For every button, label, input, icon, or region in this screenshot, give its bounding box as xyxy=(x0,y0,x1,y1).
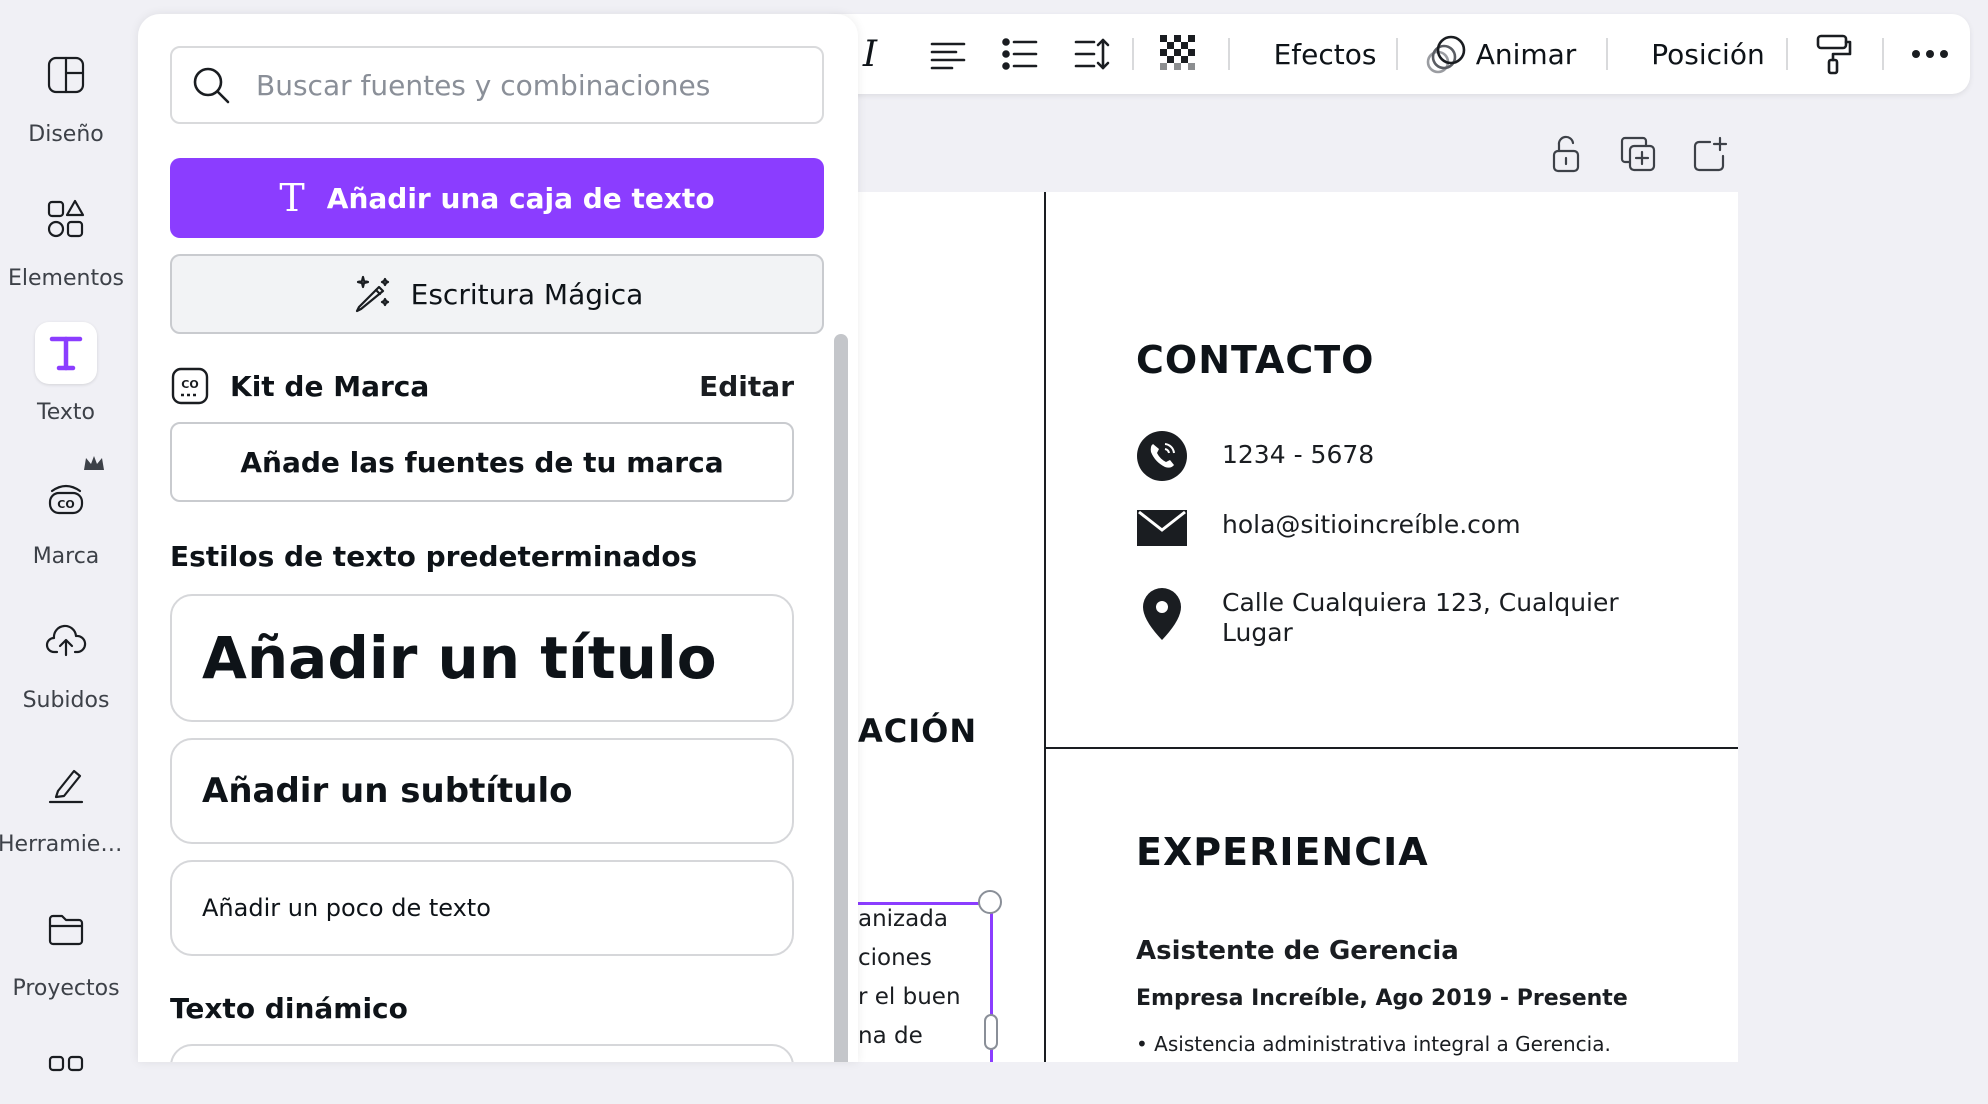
brand-kit-edit-link[interactable]: Editar xyxy=(699,370,794,403)
search-icon xyxy=(193,67,230,104)
toolbar-separator xyxy=(1228,38,1230,70)
paint-roller-icon xyxy=(1816,34,1852,75)
selection-border xyxy=(858,902,992,905)
position-button[interactable]: Posición xyxy=(1628,14,1788,94)
job-bullet[interactable]: • Asistencia administrativa integral a G… xyxy=(1136,1032,1611,1056)
selected-text-box[interactable]: anizada ciones r el buen na de xyxy=(858,900,961,1056)
upload-cloud-icon xyxy=(45,624,87,657)
layout-icon xyxy=(47,56,85,94)
phone-text[interactable]: 1234 - 5678 xyxy=(1222,440,1374,470)
rail-label: Texto xyxy=(37,400,95,425)
dynamic-text-card[interactable] xyxy=(170,1044,794,1062)
email-text[interactable]: hola@sitioincreíble.com xyxy=(1222,510,1521,540)
formacion-heading[interactable]: ACIÓN xyxy=(858,712,977,750)
shapes-icon xyxy=(47,199,85,238)
toolbar-separator xyxy=(1396,38,1398,70)
rail-label: Marca xyxy=(32,544,100,569)
font-search[interactable] xyxy=(170,46,824,124)
contact-address-row[interactable]: Calle Cualquiera 123, Cualquier Lugar xyxy=(1136,588,1619,647)
pen-tool-icon xyxy=(48,769,84,804)
divider-vertical xyxy=(1044,192,1046,1062)
add-body-text-card[interactable]: Añadir un poco de texto xyxy=(170,860,794,956)
transparency-button[interactable] xyxy=(1156,14,1202,94)
text-panel: T Añadir una caja de texto Escritura Mág… xyxy=(138,14,858,1062)
align-left-icon xyxy=(930,42,966,70)
animate-icon xyxy=(1426,35,1465,74)
contact-heading[interactable]: CONTACTO xyxy=(1136,338,1375,382)
address-text[interactable]: Calle Cualquiera 123, Cualquier Lugar xyxy=(1222,588,1619,648)
effects-button[interactable]: Efectos xyxy=(1250,14,1400,94)
more-options-button[interactable] xyxy=(1902,14,1958,94)
brand-icon: CO xyxy=(48,484,84,515)
add-page-icon xyxy=(1693,136,1728,172)
unlock-icon xyxy=(1552,135,1580,173)
design-page[interactable]: CONTACTO 1234 - 5678 hola@sitioincreíble… xyxy=(858,192,1738,1062)
experience-heading[interactable]: EXPERIENCIA xyxy=(1136,830,1429,874)
folder-icon xyxy=(48,914,84,946)
left-rail: Diseño Elementos Texto CO Marca Subidos … xyxy=(0,0,134,1072)
magic-pen-icon xyxy=(355,275,389,313)
dynamic-text-heading: Texto dinámico xyxy=(170,992,408,1025)
add-brand-fonts-button[interactable]: Añade las fuentes de tu marca xyxy=(170,422,794,502)
toolbar-separator xyxy=(1132,38,1134,70)
rail-label: Herramientas xyxy=(0,832,134,857)
brand-kit-icon: CO xyxy=(171,367,209,405)
copy-style-button[interactable] xyxy=(1806,14,1862,94)
more-icon xyxy=(1912,50,1948,58)
duplicate-page-button[interactable] xyxy=(1618,134,1662,178)
duplicate-icon xyxy=(1620,136,1656,172)
add-title-card[interactable]: Añadir un título xyxy=(170,594,794,722)
animate-button[interactable]: Animar xyxy=(1420,14,1580,94)
job-company[interactable]: Empresa Increíble, Ago 2019 - Presente xyxy=(1136,986,1628,1011)
add-textbox-button[interactable]: T Añadir una caja de texto xyxy=(170,158,824,238)
rail-label: Subidos xyxy=(22,688,110,713)
toolbar-separator xyxy=(1882,38,1884,70)
panel-scrollbar[interactable] xyxy=(834,334,848,1062)
bulleted-list-button[interactable] xyxy=(994,14,1046,94)
toolbar-separator xyxy=(1786,38,1788,70)
job-title[interactable]: Asistente de Gerencia xyxy=(1136,936,1459,966)
bulleted-list-icon xyxy=(1002,38,1038,70)
mail-icon xyxy=(1137,510,1187,546)
phone-icon xyxy=(1137,431,1187,481)
align-left-button[interactable] xyxy=(922,14,974,94)
svg-text:CO: CO xyxy=(57,498,74,511)
rail-label: Proyectos xyxy=(12,976,120,1001)
transparency-icon xyxy=(1160,35,1195,70)
apps-icon xyxy=(48,1055,84,1072)
line-spacing-icon xyxy=(1074,38,1110,70)
resize-handle[interactable] xyxy=(984,1014,998,1050)
search-input[interactable] xyxy=(254,67,798,103)
top-toolbar: I Efectos Animar Posición xyxy=(830,14,1970,94)
magic-write-button[interactable]: Escritura Mágica xyxy=(170,254,824,334)
default-styles-heading: Estilos de texto predeterminados xyxy=(170,540,698,573)
contact-email-row[interactable]: hola@sitioincreíble.com xyxy=(1136,502,1521,554)
location-pin-icon xyxy=(1143,588,1181,640)
spacing-button[interactable] xyxy=(1066,14,1118,94)
svg-text:CO: CO xyxy=(181,378,198,391)
rail-label: Diseño xyxy=(28,122,104,147)
divider-horizontal xyxy=(1044,747,1738,749)
add-page-button[interactable] xyxy=(1690,134,1734,178)
rail-label: Elementos xyxy=(7,266,124,291)
add-subtitle-card[interactable]: Añadir un subtítulo xyxy=(170,738,794,844)
toolbar-separator xyxy=(1606,38,1608,70)
brand-kit-row: CO Kit de Marca Editar xyxy=(170,362,794,410)
lock-page-button[interactable] xyxy=(1546,134,1590,178)
contact-phone-row[interactable]: 1234 - 5678 xyxy=(1136,430,1374,482)
rotate-handle[interactable] xyxy=(978,890,1002,914)
text-icon xyxy=(49,336,83,371)
text-t-icon: T xyxy=(279,176,305,220)
brand-kit-title: Kit de Marca xyxy=(230,369,430,403)
